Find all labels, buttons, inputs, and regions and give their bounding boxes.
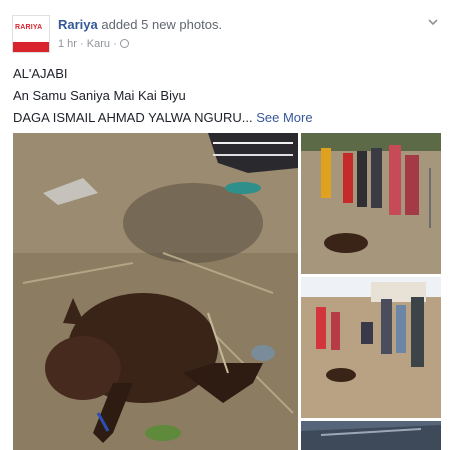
post-time[interactable]: 1 hr	[58, 38, 77, 50]
photo-main[interactable]	[13, 133, 298, 450]
post-text-line-3: DAGA ISMAIL AHMAD YALWA NGURU... See Mor…	[13, 110, 313, 125]
photo-4[interactable]	[301, 421, 441, 450]
photo-2[interactable]	[301, 133, 441, 274]
facebook-post-card: RARIYA Rariya added 5 new photos. 1 hr ·…	[0, 0, 453, 450]
post-text-line-3-content: DAGA ISMAIL AHMAD YALWA NGURU...	[13, 110, 253, 125]
globe-icon	[119, 39, 129, 48]
post-text-line-2: An Samu Saniya Mai Kai Biyu	[13, 88, 186, 103]
see-more-link[interactable]: See More	[256, 110, 312, 125]
avatar-logo-bar	[13, 42, 49, 52]
page-name-link[interactable]: Rariya	[58, 17, 98, 32]
page-avatar[interactable]: RARIYA	[12, 15, 50, 53]
post-header: Rariya added 5 new photos.	[58, 17, 222, 32]
chevron-down-icon[interactable]	[427, 16, 439, 28]
meta-separator-2: ·	[113, 38, 117, 50]
avatar-logo-text: RARIYA	[15, 24, 43, 31]
post-meta: 1 hr · Karu ·	[58, 38, 129, 50]
post-location[interactable]: Karu	[87, 38, 110, 50]
post-action-text: added 5 new photos.	[97, 17, 223, 32]
post-text-line-1: AL'AJABI	[13, 66, 68, 81]
meta-separator: ·	[80, 38, 84, 50]
photo-3[interactable]	[301, 277, 441, 418]
